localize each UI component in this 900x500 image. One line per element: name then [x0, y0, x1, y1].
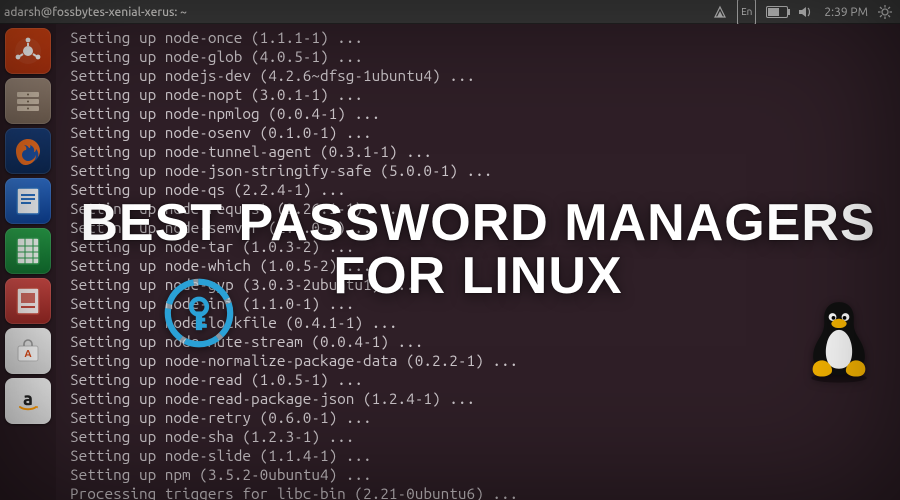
launcher-libreoffice-calc-icon[interactable] [5, 228, 51, 274]
launcher-ubuntu-dash-icon[interactable] [5, 28, 51, 74]
svg-text:a: a [23, 389, 33, 409]
launcher: Aa [0, 24, 56, 500]
terminal[interactable]: Setting up node-once (1.1.1-1) ... Setti… [56, 24, 900, 500]
launcher-amazon-icon[interactable]: a [5, 378, 51, 424]
clock[interactable]: 2:39 PM [824, 0, 868, 24]
svg-text:A: A [24, 348, 31, 359]
volume-icon[interactable] [798, 0, 814, 24]
launcher-software-center-icon[interactable]: A [5, 328, 51, 374]
launcher-libreoffice-writer-icon[interactable] [5, 178, 51, 224]
launcher-libreoffice-impress-icon[interactable] [5, 278, 51, 324]
gear-icon[interactable] [878, 0, 892, 24]
desktop-root: adarsh@fossbytes-xenial-xerus: ~ En 2:39… [0, 0, 900, 500]
window-title: adarsh@fossbytes-xenial-xerus: ~ [4, 6, 187, 19]
tux-icon [802, 298, 876, 384]
launcher-files-icon[interactable] [5, 78, 51, 124]
battery-icon[interactable] [766, 0, 788, 24]
launcher-firefox-icon[interactable] [5, 128, 51, 174]
network-icon[interactable] [713, 0, 727, 24]
password-manager-icon [160, 274, 238, 352]
language-indicator[interactable]: En [737, 0, 756, 25]
menubar: adarsh@fossbytes-xenial-xerus: ~ En 2:39… [0, 0, 900, 24]
